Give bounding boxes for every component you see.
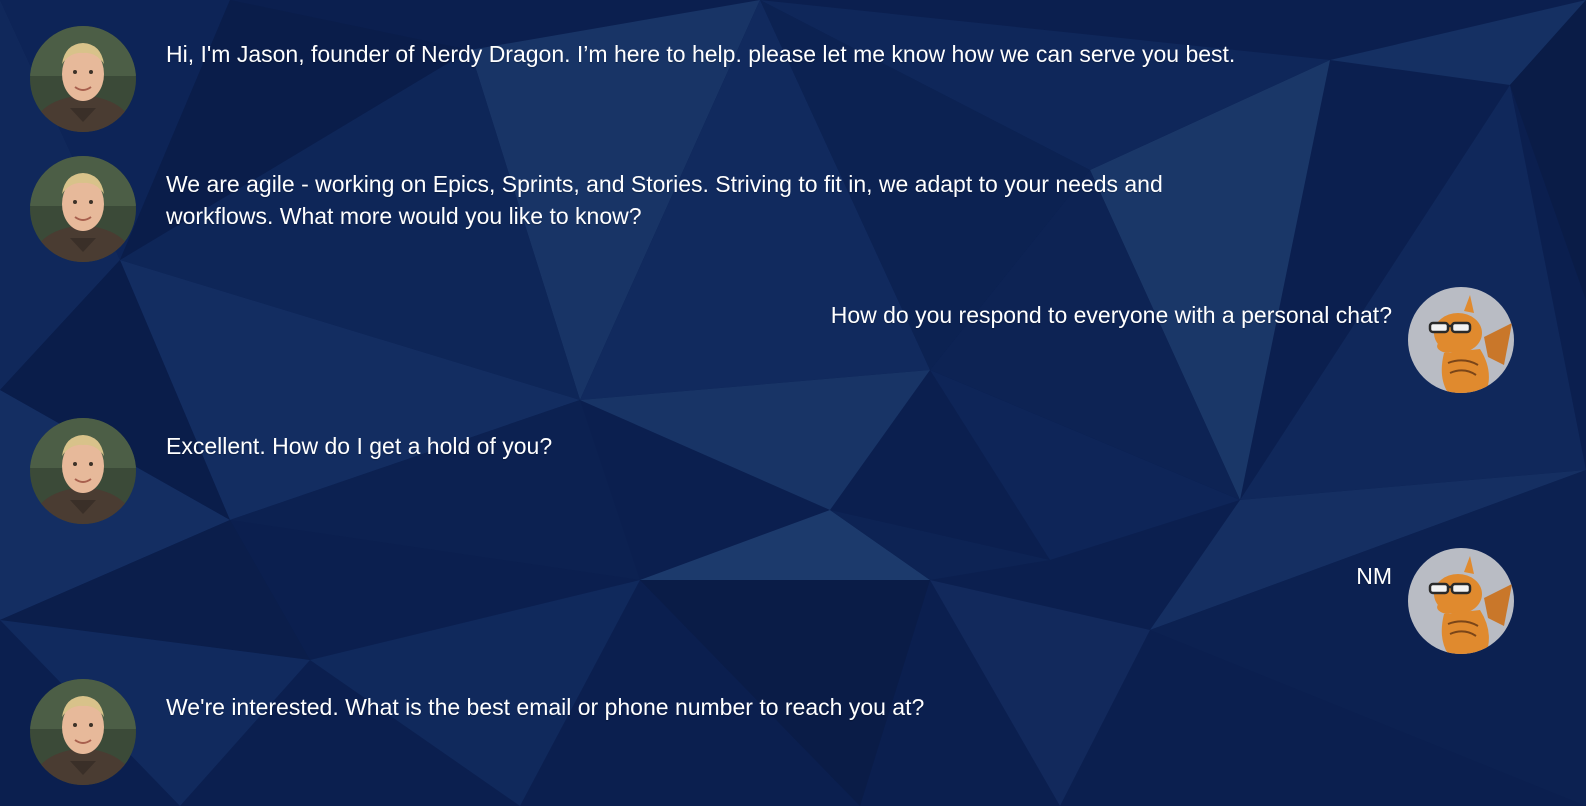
message-text: Excellent. How do I get a hold of you? (166, 433, 553, 459)
chat-message-user: How do you respond to everyone with a pe… (831, 287, 1514, 393)
dragon-mascot-icon (1408, 287, 1514, 393)
chat-message-agent: Hi, I'm Jason, founder of Nerdy Dragon. … (30, 26, 1276, 132)
chat-transcript: Hi, I'm Jason, founder of Nerdy Dragon. … (0, 0, 1586, 806)
message-text: Hi, I'm Jason, founder of Nerdy Dragon. … (166, 41, 1236, 67)
message-text: We are agile - working on Epics, Sprints… (166, 171, 1163, 229)
message-text: How do you respond to everyone with a pe… (830, 302, 1392, 328)
dragon-mascot-icon (1408, 548, 1514, 654)
person-photo-icon (30, 679, 136, 785)
chat-message-agent: Excellent. How do I get a hold of you? (30, 418, 1276, 524)
person-photo-icon (30, 156, 136, 262)
message-text: We're interested. What is the best email… (166, 694, 925, 720)
message-text: NM (1356, 563, 1392, 589)
chat-message-agent: We're interested. What is the best email… (30, 679, 1276, 785)
chat-message-user: NM (1356, 548, 1514, 654)
person-photo-icon (30, 26, 136, 132)
chat-message-agent: We are agile - working on Epics, Sprints… (30, 156, 1276, 262)
person-photo-icon (30, 418, 136, 524)
